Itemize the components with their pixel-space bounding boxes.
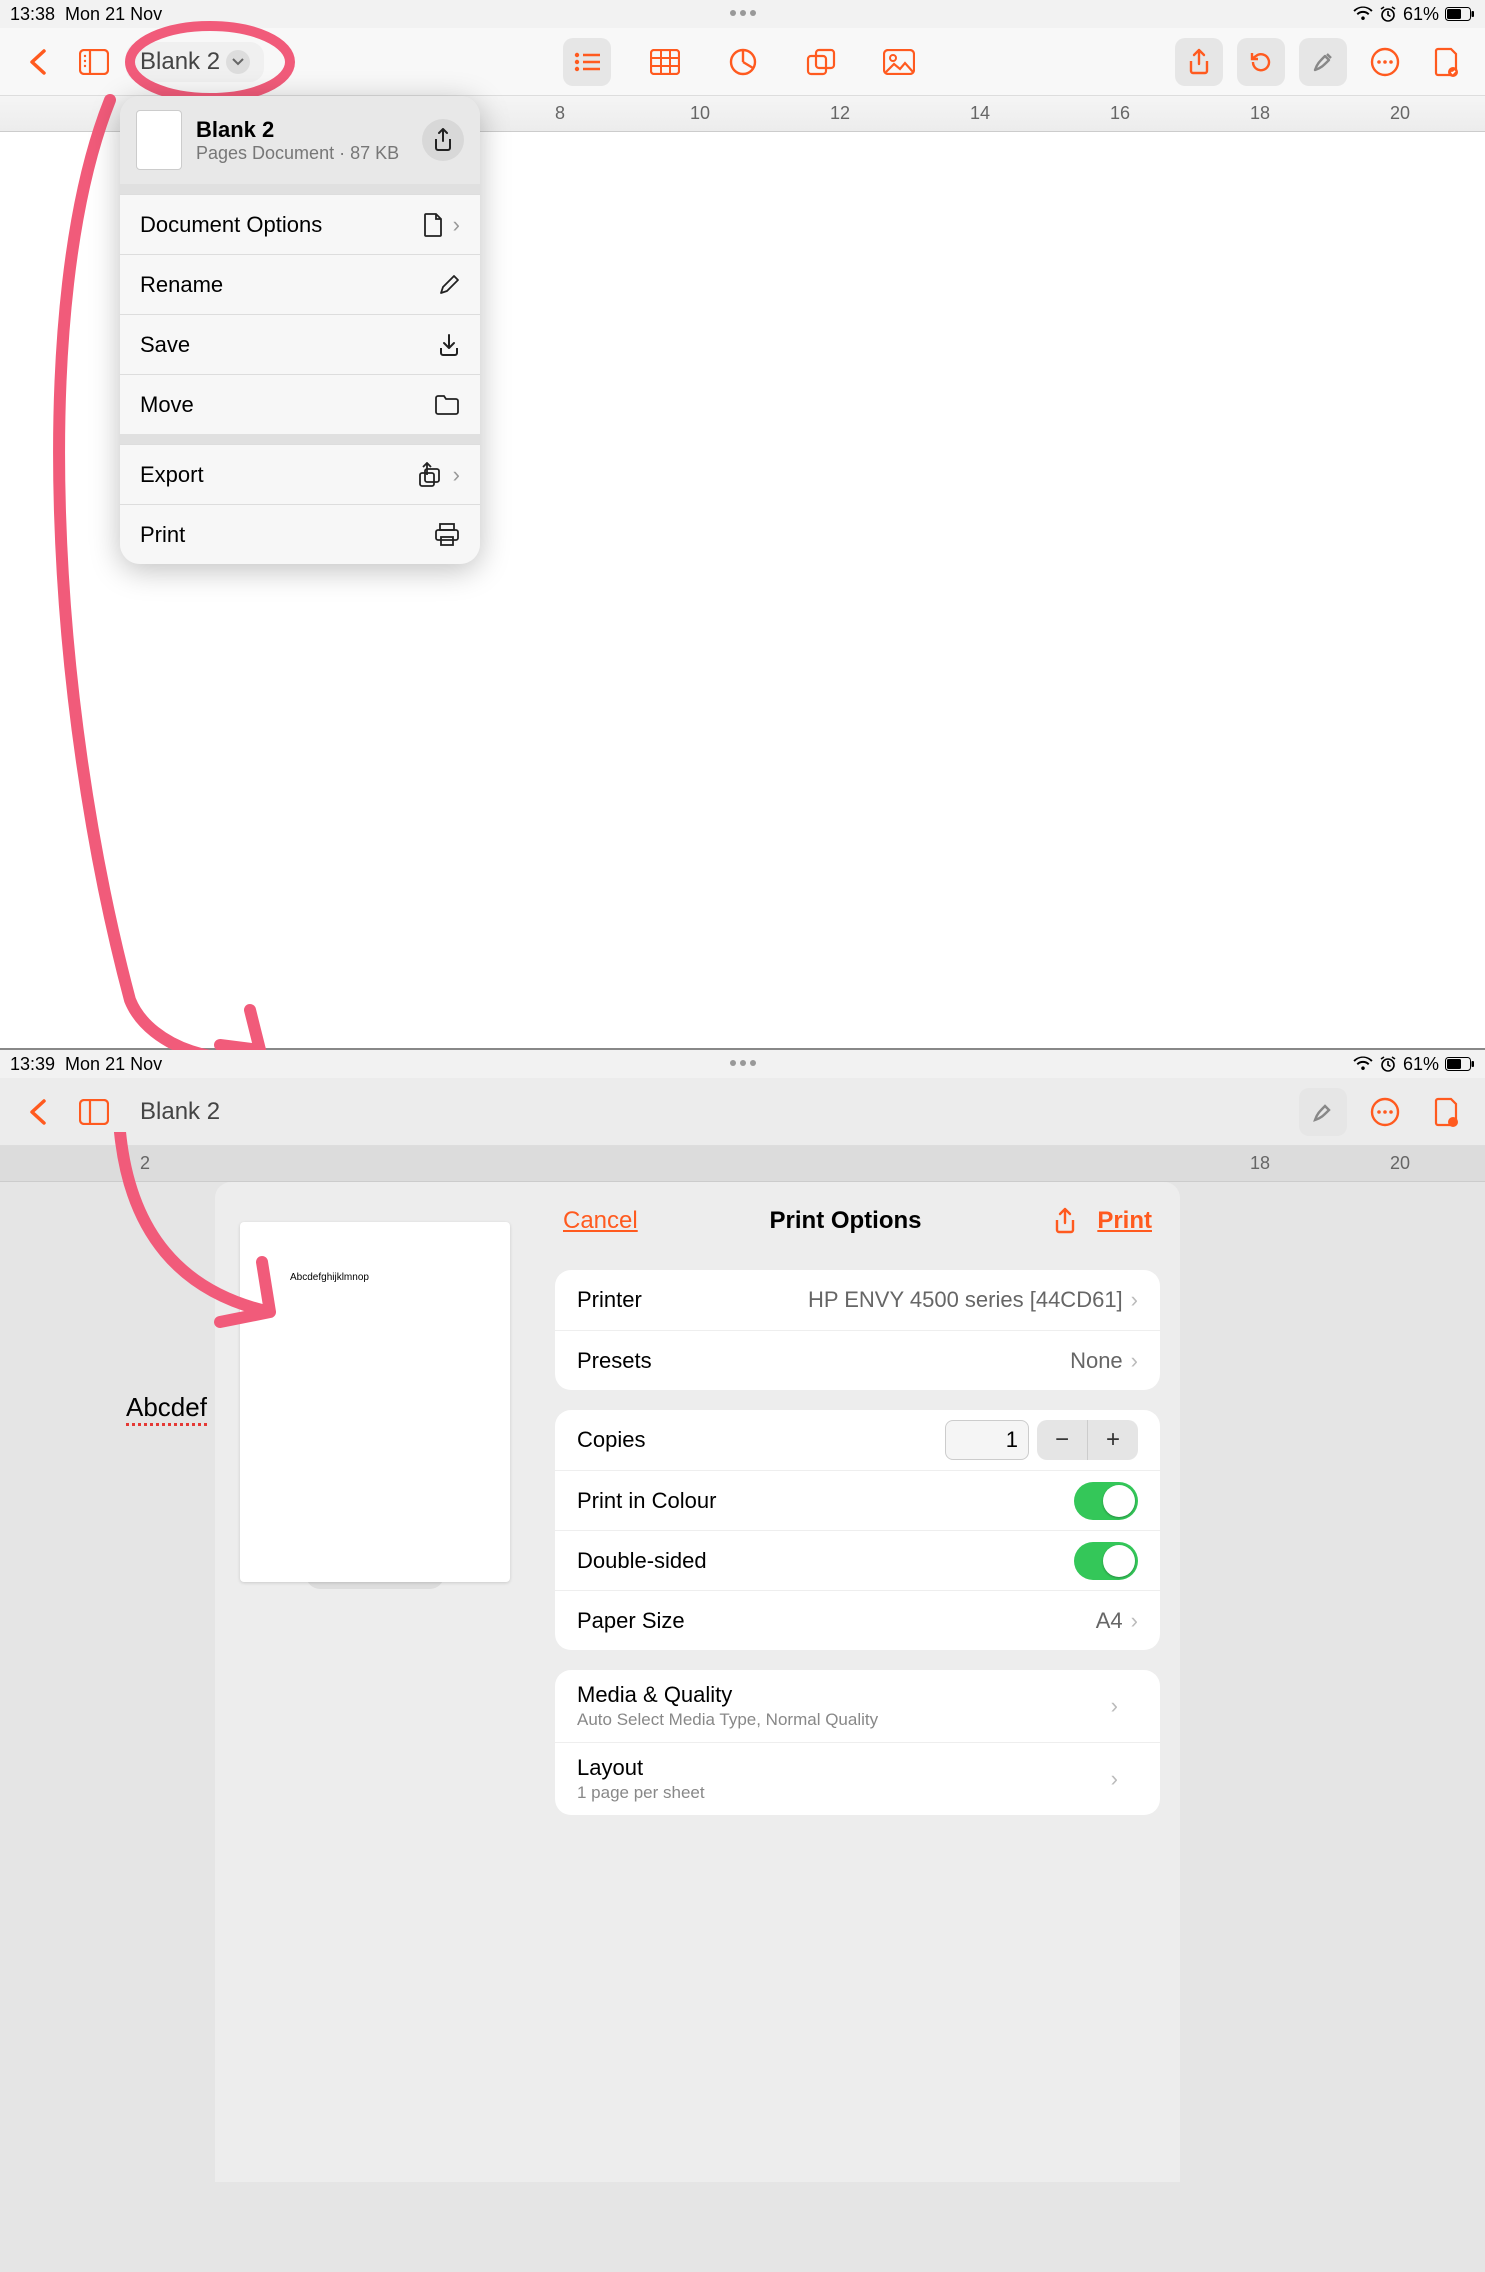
menu-move[interactable]: Move	[120, 374, 480, 434]
copies-stepper: − +	[1037, 1420, 1138, 1460]
alarm-icon	[1379, 1055, 1397, 1073]
print-options-title: Print Options	[770, 1207, 922, 1235]
document-title-button[interactable]: Blank 2	[126, 42, 264, 82]
media-button[interactable]	[875, 38, 923, 86]
battery-icon	[1445, 1057, 1475, 1071]
menu-rename[interactable]: Rename	[120, 254, 480, 314]
media-quality-row[interactable]: Media & Quality Auto Select Media Type, …	[555, 1670, 1160, 1742]
copies-decrement-button[interactable]: −	[1037, 1420, 1087, 1460]
sidebar-toggle-button[interactable]	[70, 1088, 118, 1136]
document-menu-popover: Blank 2 Pages Document · 87 KB Document …	[120, 96, 480, 564]
status-bar: 13:39 Mon 21 Nov 61%	[0, 1050, 1485, 1078]
alarm-icon	[1379, 5, 1397, 23]
format-brush-button[interactable]	[1299, 1088, 1347, 1136]
chevron-right-icon: ›	[1131, 1608, 1138, 1634]
layout-row[interactable]: Layout 1 page per sheet ›	[555, 1742, 1160, 1815]
copies-row: Copies − +	[555, 1410, 1160, 1470]
pencil-icon	[438, 274, 460, 296]
chevron-right-icon: ›	[1111, 1766, 1118, 1792]
document-icon	[423, 213, 443, 237]
cancel-button[interactable]: Cancel	[563, 1207, 638, 1235]
double-sided-row: Double-sided	[555, 1530, 1160, 1590]
chevron-right-icon: ›	[453, 212, 460, 238]
status-date: Mon 21 Nov	[65, 1054, 162, 1075]
back-button[interactable]	[14, 1088, 62, 1136]
double-sided-toggle[interactable]	[1074, 1542, 1138, 1580]
folder-icon	[434, 395, 460, 415]
presets-row[interactable]: Presets None ›	[555, 1330, 1160, 1390]
copies-increment-button[interactable]: +	[1088, 1420, 1138, 1460]
battery-icon	[1445, 7, 1475, 21]
document-title-button[interactable]: Blank 2	[126, 1092, 234, 1132]
print-button[interactable]: Print	[1097, 1207, 1152, 1235]
copies-input[interactable]	[945, 1420, 1029, 1460]
print-colour-toggle[interactable]	[1074, 1482, 1138, 1520]
document-title-label: Blank 2	[140, 48, 220, 76]
more-button[interactable]	[1361, 1088, 1409, 1136]
export-icon	[417, 462, 443, 488]
more-button[interactable]	[1361, 38, 1409, 86]
popover-subtitle: Pages Document · 87 KB	[196, 143, 408, 164]
menu-export[interactable]: Export ›	[120, 444, 480, 504]
chevron-right-icon: ›	[453, 462, 460, 488]
battery-percent: 61%	[1403, 1054, 1439, 1075]
print-colour-row: Print in Colour	[555, 1470, 1160, 1530]
wifi-icon	[1353, 6, 1373, 22]
multitask-dots[interactable]	[714, 1060, 772, 1066]
chevron-right-icon: ›	[1131, 1287, 1138, 1313]
page-thumbnail[interactable]: Abcdefghijklmnop	[240, 1222, 510, 1582]
printer-row[interactable]: Printer HP ENVY 4500 series [44CD61] ›	[555, 1270, 1160, 1330]
printer-icon	[434, 523, 460, 547]
sidebar-toggle-button[interactable]	[70, 38, 118, 86]
share-button[interactable]	[1175, 38, 1223, 86]
popover-title: Blank 2	[196, 117, 408, 143]
popover-share-button[interactable]	[422, 119, 464, 161]
status-date: Mon 21 Nov	[65, 4, 162, 25]
document-thumbnail	[136, 110, 182, 170]
chevron-right-icon: ›	[1131, 1348, 1138, 1374]
toolbar: Blank 2	[0, 1078, 1485, 1146]
chevron-right-icon: ›	[1111, 1693, 1118, 1719]
back-button[interactable]	[14, 38, 62, 86]
multitask-dots[interactable]	[714, 10, 772, 16]
document-settings-button[interactable]	[1423, 38, 1471, 86]
ruler: 2 18 20	[0, 1146, 1485, 1182]
status-bar: 13:38 Mon 21 Nov 61%	[0, 0, 1485, 28]
wifi-icon	[1353, 1056, 1373, 1072]
chevron-down-icon	[226, 50, 250, 74]
undo-button[interactable]	[1237, 38, 1285, 86]
print-preview-panel: Abcdefghijklmnop Page 1 of 1	[215, 1182, 535, 2182]
menu-document-options[interactable]: Document Options ›	[120, 194, 480, 254]
list-view-button[interactable]	[563, 38, 611, 86]
menu-save[interactable]: Save	[120, 314, 480, 374]
status-time: 13:39	[10, 1054, 55, 1075]
chart-button[interactable]	[719, 38, 767, 86]
table-button[interactable]	[641, 38, 689, 86]
menu-print[interactable]: Print	[120, 504, 480, 564]
shapes-button[interactable]	[797, 38, 845, 86]
document-settings-button[interactable]	[1423, 1088, 1471, 1136]
status-time: 13:38	[10, 4, 55, 25]
format-brush-button[interactable]	[1299, 38, 1347, 86]
battery-percent: 61%	[1403, 4, 1439, 25]
share-icon[interactable]	[1053, 1207, 1077, 1235]
download-icon	[438, 333, 460, 357]
document-body-text[interactable]: Abcdef	[126, 1392, 207, 1426]
toolbar: Blank 2	[0, 28, 1485, 96]
print-options-panel: Cancel Print Options Print Printer HP EN…	[535, 1182, 1180, 2182]
paper-size-row[interactable]: Paper Size A4 ›	[555, 1590, 1160, 1650]
